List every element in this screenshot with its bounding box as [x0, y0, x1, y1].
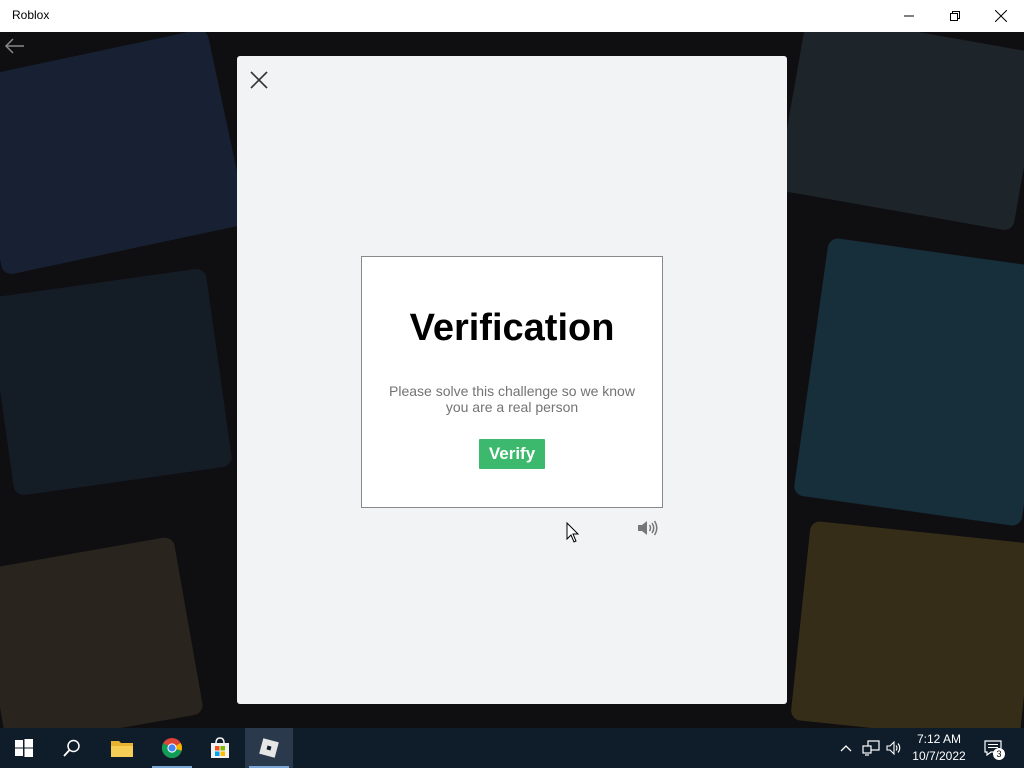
- taskbar-roblox[interactable]: [245, 728, 293, 768]
- microsoft-store-icon: [211, 737, 229, 758]
- back-arrow-icon[interactable]: [4, 38, 26, 54]
- file-explorer-icon: [111, 741, 133, 757]
- notification-count-badge: 3: [993, 748, 1005, 760]
- roblox-icon: [259, 738, 279, 758]
- verification-card: Verification Please solve this challenge…: [361, 256, 663, 508]
- clock-time: 7:12 AM: [916, 732, 962, 746]
- taskbar: 7:12 AM 10/7/2022: [0, 728, 1024, 768]
- verify-button[interactable]: Verify: [479, 439, 545, 469]
- close-window-button[interactable]: [978, 0, 1024, 32]
- volume-icon: [886, 741, 901, 755]
- network-tray-button[interactable]: [860, 728, 882, 768]
- taskbar-chrome[interactable]: [148, 728, 196, 768]
- clock-date: 10/7/2022: [912, 749, 966, 763]
- search-icon: [63, 739, 80, 757]
- restore-icon: [950, 11, 960, 21]
- minimize-button[interactable]: [886, 0, 932, 32]
- restore-button[interactable]: [932, 0, 978, 32]
- chrome-icon: [161, 738, 183, 759]
- close-icon: [995, 10, 1007, 22]
- taskbar-microsoft-store[interactable]: [196, 728, 244, 768]
- search-button[interactable]: [48, 728, 96, 768]
- taskbar-clock[interactable]: 7:12 AM 10/7/2022: [906, 731, 972, 765]
- network-icon: [862, 740, 880, 756]
- start-icon: [15, 739, 33, 757]
- modal-close-button[interactable]: [248, 69, 270, 91]
- window-title-bar: Roblox: [0, 0, 1024, 32]
- show-hidden-icons-button[interactable]: [838, 728, 854, 768]
- chevron-up-icon: [840, 745, 852, 752]
- window-title: Roblox: [12, 8, 50, 22]
- mouse-cursor-icon: [566, 522, 580, 543]
- taskbar-file-explorer[interactable]: [98, 728, 146, 768]
- verification-message: Please solve this challenge so we know y…: [389, 383, 635, 415]
- volume-tray-button[interactable]: [884, 728, 904, 768]
- minimize-icon: [904, 15, 914, 17]
- audio-challenge-icon[interactable]: [636, 519, 658, 537]
- start-button[interactable]: [0, 728, 48, 768]
- verification-heading: Verification: [409, 307, 615, 349]
